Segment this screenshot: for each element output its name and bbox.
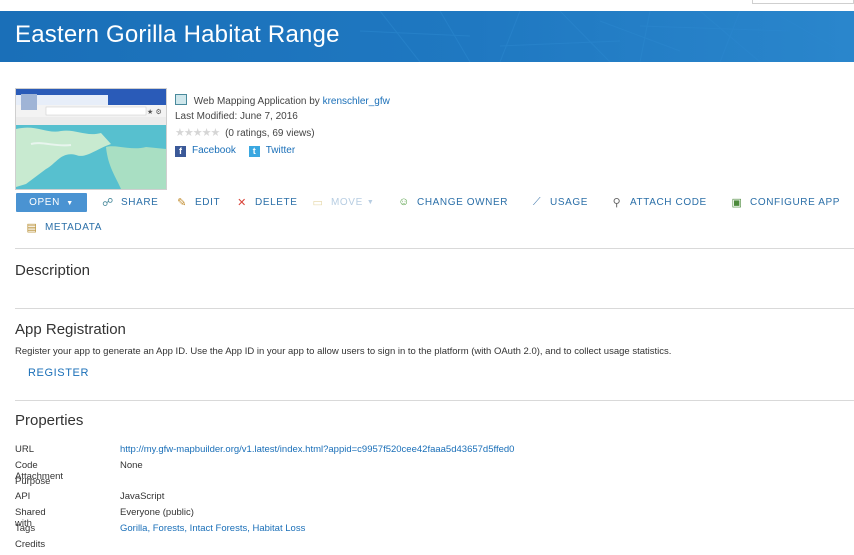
attach-code-button[interactable]: ⚲ ATTACH CODE xyxy=(610,196,707,209)
edit-label: EDIT xyxy=(195,197,221,208)
property-label: Purpose xyxy=(15,475,51,487)
item-meta: Web Mapping Application by krenschler_gf… xyxy=(175,94,390,160)
property-label: API xyxy=(15,491,31,503)
open-label: OPEN xyxy=(29,197,60,208)
move-label: MOVE xyxy=(331,197,363,208)
divider xyxy=(15,400,854,401)
share-button[interactable]: ☍ SHARE xyxy=(101,196,158,209)
facebook-share[interactable]: f Facebook xyxy=(175,144,236,158)
usage-button[interactable]: ⟋ USAGE xyxy=(530,196,588,209)
metadata-label: METADATA xyxy=(45,222,103,233)
last-modified: Last Modified: June 7, 2016 xyxy=(175,111,298,122)
metadata-icon: ▤ xyxy=(26,222,38,234)
item-type-label: Web Mapping Application by xyxy=(193,96,320,107)
divider xyxy=(15,248,854,249)
page-title: Eastern Gorilla Habitat Range xyxy=(15,21,340,48)
configure-app-label: CONFIGURE APP xyxy=(750,197,841,208)
property-value: JavaScript xyxy=(120,491,165,503)
property-label: URL xyxy=(15,444,35,455)
metadata-button[interactable]: ▤ METADATA xyxy=(25,221,102,234)
chevron-down-icon: ▼ xyxy=(366,199,375,206)
url-link[interactable]: http://my.gfw-mapbuilder.org/v1.latest/i… xyxy=(120,444,514,455)
configure-app-button[interactable]: ▣ CONFIGURE APP xyxy=(730,196,840,209)
register-button[interactable]: REGISTER xyxy=(28,367,89,379)
ratings-count: (0 ratings, 69 views) xyxy=(225,128,315,139)
item-toolbar: OPEN ▼ ☍ SHARE ✎ EDIT ✕ DELETE ▭ MOVE ▼ … xyxy=(15,192,854,240)
title-banner: Eastern Gorilla Habitat Range xyxy=(0,11,854,62)
facebook-icon: f xyxy=(175,145,186,157)
configure-icon: ▣ xyxy=(731,197,743,209)
rating-stars[interactable]: ★★★★★ xyxy=(175,127,220,139)
twitter-icon: t xyxy=(248,145,260,157)
open-button[interactable]: OPEN ▼ xyxy=(16,193,87,212)
delete-x-icon: ✕ xyxy=(237,197,247,209)
description-heading: Description xyxy=(15,262,91,279)
usage-label: USAGE xyxy=(550,197,589,208)
twitter-link[interactable]: Twitter xyxy=(266,144,295,158)
facebook-link[interactable]: Facebook xyxy=(192,144,236,158)
chevron-down-icon: ▼ xyxy=(66,200,74,207)
app-registration-text: Register your app to generate an App ID.… xyxy=(15,346,672,357)
pencil-icon: ✎ xyxy=(177,197,187,209)
owner-link[interactable]: krenschler_gfw xyxy=(323,96,390,107)
divider xyxy=(15,308,854,309)
property-value: Everyone (public) xyxy=(120,507,194,519)
twitter-share[interactable]: t Twitter xyxy=(248,144,295,158)
share-label: SHARE xyxy=(121,197,159,208)
paperclip-icon: ⚲ xyxy=(612,197,622,209)
move-button[interactable]: ▭ MOVE ▼ xyxy=(311,196,374,209)
change-owner-button[interactable]: ☺ CHANGE OWNER xyxy=(397,196,508,208)
property-label: Credits xyxy=(15,538,46,550)
attach-code-label: ATTACH CODE xyxy=(630,197,707,208)
properties-heading: Properties xyxy=(15,412,84,429)
user-icon: ☺ xyxy=(398,196,410,208)
tags-links[interactable]: Gorilla, Forests, Intact Forests, Habita… xyxy=(120,523,305,534)
property-label: Tags xyxy=(15,522,36,534)
change-owner-label: CHANGE OWNER xyxy=(417,196,509,208)
app-registration-heading: App Registration xyxy=(15,321,126,338)
edit-button[interactable]: ✎ EDIT xyxy=(175,196,220,209)
top-right-corner-frame xyxy=(752,0,854,4)
chart-icon: ⟋ xyxy=(532,196,542,208)
app-thumbnail: ★ ⚙ xyxy=(15,88,167,190)
svg-text:★ ⚙: ★ ⚙ xyxy=(147,108,162,116)
property-value: None xyxy=(120,459,143,471)
app-type-icon xyxy=(175,94,187,105)
delete-button[interactable]: ✕ DELETE xyxy=(235,196,298,209)
share-icon: ☍ xyxy=(102,197,114,209)
folder-icon: ▭ xyxy=(312,197,324,209)
delete-label: DELETE xyxy=(255,197,298,208)
